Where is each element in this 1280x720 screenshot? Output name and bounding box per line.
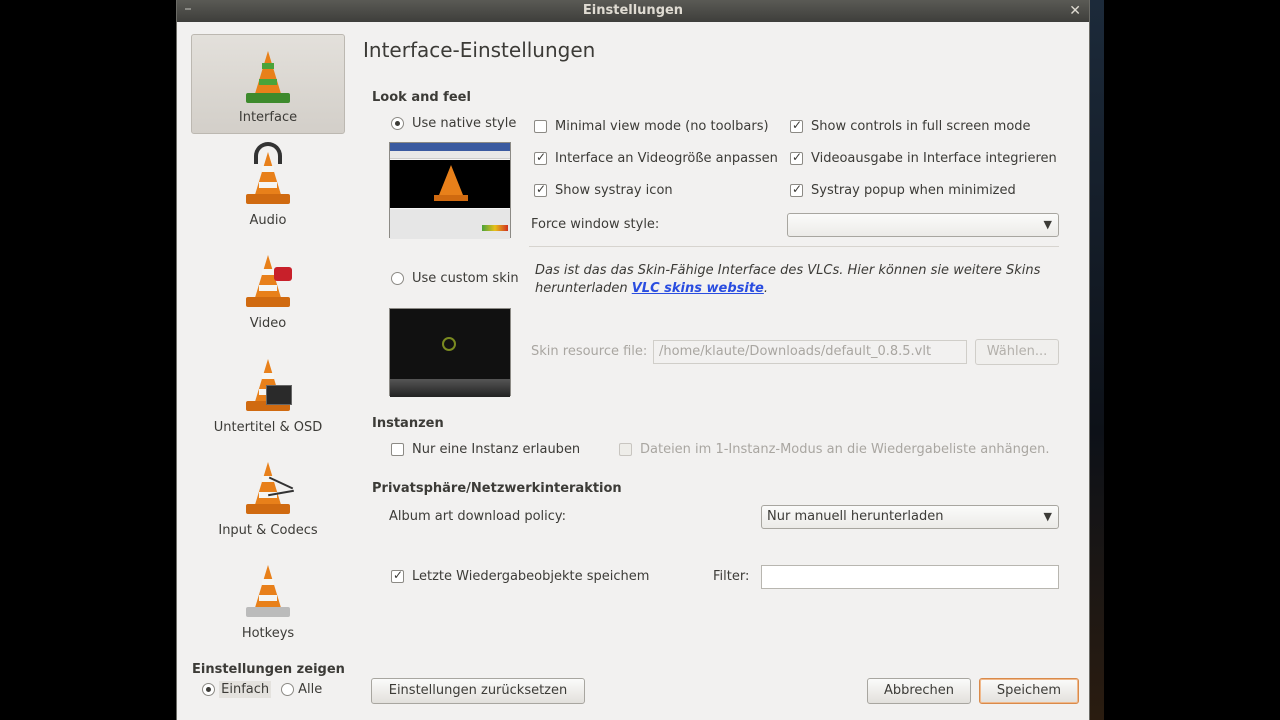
embed-video-checkbox[interactable]: Videoausgabe in Interface integrieren [790,150,1057,166]
sidebar-item-input-codecs[interactable]: Input & Codecs [191,446,345,546]
vlc-codecs-icon [240,452,296,518]
vlc-subtitles-icon [240,349,296,415]
chevron-down-icon: ▼ [1043,510,1052,523]
vlc-video-icon [240,245,296,311]
skin-file-label: Skin resource file: [531,344,648,359]
filter-label: Filter: [713,569,750,584]
force-window-style-label: Force window style: [531,217,660,232]
sidebar-item-label: Untertitel & OSD [213,420,323,435]
save-recent-label: Letzte Wiedergabeobjekte speichem [412,569,650,584]
page-title: Interface-Einstellungen [363,38,596,62]
preferences-window: Einstellungen ✕ Interface Audio Video Un… [176,0,1090,720]
embed-video-label: Videoausgabe in Interface integrieren [811,151,1057,166]
radio-button[interactable] [281,683,294,696]
custom-skin-preview [389,308,511,397]
checkbox[interactable] [534,182,547,197]
skin-desc-end: . [763,281,768,296]
enqueue-label: Dateien im 1-Instanz-Modus an die Wieder… [640,442,1050,457]
native-style-label: Use native style [412,116,517,131]
systray-icon-label: Show systray icon [555,183,673,198]
checkbox[interactable] [790,118,803,133]
checkbox[interactable] [534,120,547,133]
checkbox[interactable] [391,568,404,583]
native-style-radio[interactable]: Use native style [391,116,516,131]
checkbox[interactable] [790,182,803,197]
enqueue-checkbox[interactable]: Dateien im 1-Instanz-Modus an die Wieder… [619,442,1050,457]
custom-skin-radio[interactable]: Use custom skin [391,271,519,286]
filter-input[interactable] [761,565,1059,589]
resize-interface-checkbox[interactable]: Interface an Videogröße anpassen [534,150,778,166]
systray-icon-checkbox[interactable]: Show systray icon [534,182,673,198]
window-title: Einstellungen [582,3,684,18]
show-settings-label: Einstellungen zeigen [192,662,345,677]
look-feel-heading: Look and feel [372,90,471,105]
sidebar-item-audio[interactable]: Audio [191,136,345,236]
systray-popup-label: Systray popup when minimized [811,183,1016,198]
save-button[interactable]: Speichem [979,678,1079,704]
checkbox[interactable] [790,150,803,165]
album-art-label: Album art download policy: [389,509,567,524]
one-instance-checkbox[interactable]: Nur eine Instanz erlauben [391,442,580,457]
radio-button[interactable] [202,683,215,696]
title-bar[interactable]: Einstellungen ✕ [177,0,1089,22]
skin-file-input[interactable]: /home/klaute/Downloads/default_0.8.5.vlt [653,340,967,364]
custom-skin-label: Use custom skin [412,271,519,286]
chevron-down-icon: ▼ [1043,218,1052,231]
one-instance-label: Nur eine Instanz erlauben [412,442,581,457]
checkbox[interactable] [534,150,547,165]
native-style-preview [389,142,511,239]
sidebar-item-interface[interactable]: Interface [191,34,345,134]
sidebar-item-hotkeys[interactable]: Hotkeys [191,549,345,649]
combo-value: Nur manuell herunterladen [767,509,944,524]
vlc-interface-icon [240,41,296,107]
checkbox[interactable] [619,443,632,456]
checkbox[interactable] [391,443,404,456]
privacy-heading: Privatsphäre/Netzwerkinteraktion [372,481,622,496]
sidebar-item-subtitles[interactable]: Untertitel & OSD [191,343,345,443]
desktop-background [1090,0,1104,720]
fullscreen-controls-checkbox[interactable]: Show controls in full screen mode [790,118,1031,134]
radio-simple-label: Einfach [219,681,272,698]
reset-settings-button[interactable]: Einstellungen zurücksetzen [371,678,585,704]
minimal-view-label: Minimal view mode (no toolbars) [555,119,769,134]
sidebar-item-label: Video [249,316,287,331]
sidebar-item-label: Hotkeys [241,626,295,641]
album-art-select[interactable]: Nur manuell herunterladen ▼ [761,505,1059,529]
choose-skin-button[interactable]: Wählen... [975,339,1059,365]
radio-button[interactable] [391,272,404,285]
category-sidebar: Interface Audio Video Untertitel & OSD I… [177,22,357,662]
skin-description: Das ist das das Skin-Fähige Interface de… [535,262,1055,298]
close-icon[interactable]: ✕ [1069,0,1081,22]
force-window-style-select[interactable]: ▼ [787,213,1059,237]
instances-heading: Instanzen [372,416,444,431]
minimal-view-checkbox[interactable]: Minimal view mode (no toolbars) [534,119,769,134]
radio-simple[interactable]: Einfach [202,681,272,698]
fullscreen-controls-label: Show controls in full screen mode [811,119,1031,134]
sidebar-item-video[interactable]: Video [191,239,345,339]
vlc-audio-icon [240,142,296,208]
window-menu-icon[interactable] [185,8,191,10]
resize-interface-label: Interface an Videogröße anpassen [555,151,778,166]
skins-website-link[interactable]: VLC skins website [632,281,764,296]
cancel-button[interactable]: Abbrechen [867,678,971,704]
radio-button[interactable] [391,117,404,130]
radio-all-label: Alle [298,682,323,697]
divider [529,246,1059,247]
save-recent-checkbox[interactable]: Letzte Wiedergabeobjekte speichem [391,568,650,584]
systray-popup-checkbox[interactable]: Systray popup when minimized [790,182,1016,198]
radio-all[interactable]: Alle [281,682,322,697]
sidebar-item-label: Input & Codecs [218,523,318,538]
vlc-hotkeys-icon [240,555,296,621]
sidebar-item-label: Interface [238,110,298,125]
sidebar-item-label: Audio [249,213,287,228]
skin-desc-text: Das ist das das Skin-Fähige Interface de… [535,263,1041,296]
